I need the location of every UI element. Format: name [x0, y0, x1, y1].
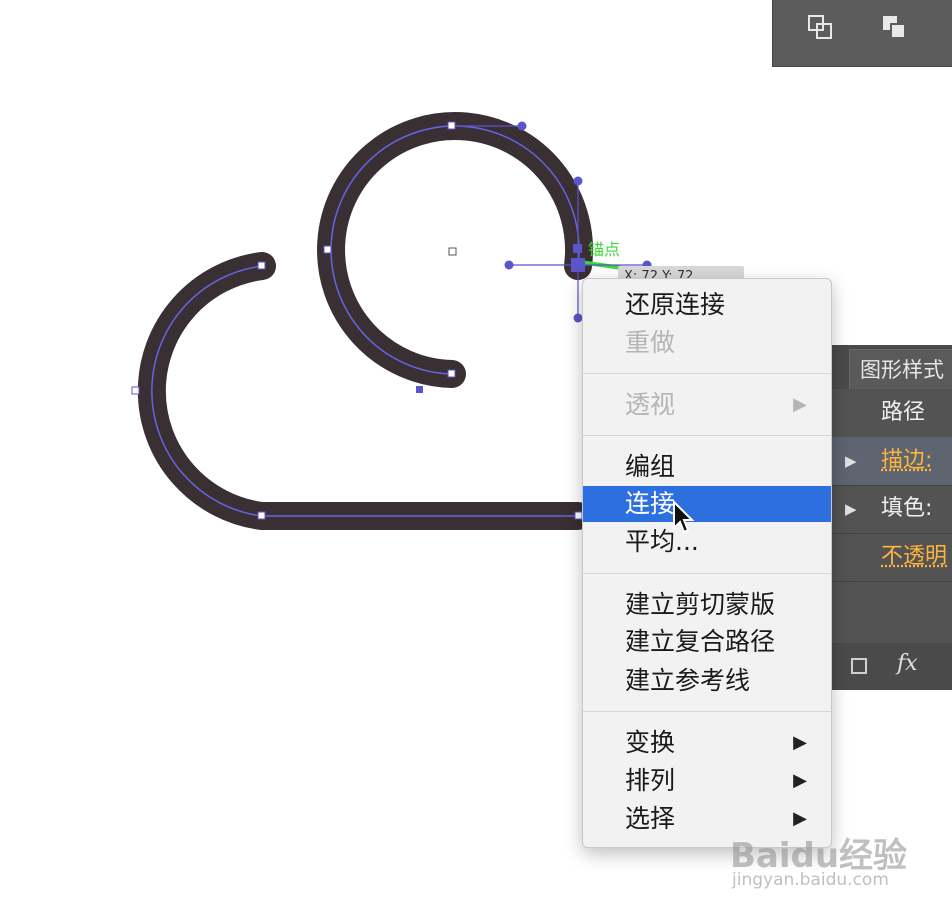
menu-item-label: 连接 [625, 489, 676, 518]
fill-row[interactable]: ▶ 填色: [831, 485, 952, 534]
fx-effects-button[interactable]: fx [897, 651, 918, 676]
baidu-watermark: Baidu经验 jingyan.baidu.com [730, 828, 930, 892]
menu-separator [583, 435, 831, 436]
menu-separator [583, 373, 831, 374]
pathfinder-crop-icon[interactable] [879, 12, 911, 44]
menu-item-label: 选择 [625, 804, 676, 833]
top-toolbar [772, 0, 952, 67]
menu-item-make-guides[interactable]: 建立参考线 [583, 663, 831, 699]
fill-label[interactable]: 填色: [881, 485, 932, 533]
menu-item-undo-join[interactable]: 还原连接 [583, 287, 831, 323]
pathfinder-minus-back-icon[interactable] [805, 12, 837, 44]
cloud-stroke-path[interactable] [137, 112, 594, 530]
menu-item-average[interactable]: 平均... [583, 524, 831, 560]
stroke-label[interactable]: 描边: [881, 437, 932, 485]
menu-separator [583, 573, 831, 574]
menu-item-label: 排列 [625, 766, 676, 795]
expand-triangle-icon[interactable]: ▶ [845, 485, 857, 533]
submenu-arrow-icon: ▶ [793, 732, 807, 753]
opacity-label[interactable]: 不透明 [881, 533, 947, 581]
submenu-arrow-icon: ▶ [793, 770, 807, 791]
menu-item-join[interactable]: 连接 [583, 486, 831, 522]
expand-triangle-icon[interactable]: ▶ [845, 437, 857, 485]
mouse-pointer-icon [673, 500, 695, 534]
add-new-stroke-icon[interactable] [851, 658, 867, 674]
menu-item-label: 建立参考线 [625, 666, 751, 695]
appearance-panel: 图形样式 路径 ▶ 描边: ▶ 填色: 不透明 fx [830, 345, 952, 690]
tab-graphic-styles[interactable]: 图形样式 [849, 349, 952, 389]
context-menu: 还原连接 重做 透视 ▶ 编组 连接 平均... 建立剪切蒙版 建立复合路径 建立… [582, 278, 832, 848]
appearance-panel-body: 路径 ▶ 描边: ▶ 填色: 不透明 [831, 389, 952, 643]
menu-item-make-clipping-mask[interactable]: 建立剪切蒙版 [583, 587, 831, 623]
opacity-row[interactable]: 不透明 [831, 533, 952, 582]
panel-header-path: 路径 [881, 400, 926, 425]
panel-header-row: 路径 [831, 389, 952, 438]
menu-item-transform[interactable]: 变换 ▶ [583, 725, 831, 761]
panel-footer: fx [831, 643, 952, 690]
menu-item-label: 编组 [625, 452, 676, 481]
menu-item-perspective: 透视 ▶ [583, 387, 831, 423]
menu-item-label: 建立复合路径 [625, 627, 776, 656]
menu-item-label: 重做 [625, 328, 676, 357]
menu-item-redo: 重做 [583, 325, 831, 361]
menu-item-label: 变换 [625, 728, 676, 757]
menu-item-make-compound-path[interactable]: 建立复合路径 [583, 624, 831, 660]
watermark-url: jingyan.baidu.com [732, 870, 889, 890]
menu-item-arrange[interactable]: 排列 ▶ [583, 763, 831, 799]
menu-item-label: 还原连接 [625, 290, 726, 319]
stroke-row[interactable]: ▶ 描边: [831, 437, 952, 486]
menu-item-group[interactable]: 编组 [583, 449, 831, 485]
anchor-hint-label: 锚点 [588, 240, 621, 259]
menu-item-label: 建立剪切蒙版 [625, 590, 776, 619]
menu-item-label: 透视 [625, 390, 676, 419]
menu-separator [583, 711, 831, 712]
submenu-arrow-icon: ▶ [793, 394, 807, 415]
